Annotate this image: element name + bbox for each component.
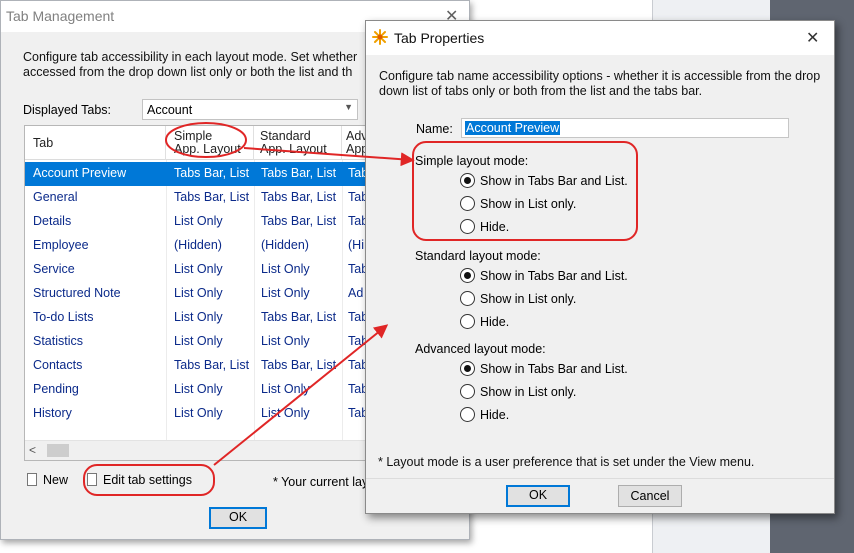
radio-option-label: Hide. xyxy=(480,408,510,422)
cell-simple: List Only xyxy=(174,262,223,276)
cell-simple: List Only xyxy=(174,214,223,228)
tab-properties-ok-button[interactable]: OK xyxy=(506,485,570,507)
cell-simple: Tabs Bar, List xyxy=(174,166,250,180)
annotation-circle-edit xyxy=(83,464,215,496)
tab-properties-title: Tab Properties xyxy=(394,30,485,46)
cell-tab-name: General xyxy=(33,190,78,204)
cell-standard: List Only xyxy=(261,262,310,276)
cell-simple: List Only xyxy=(174,334,223,348)
radio-option-label: Show in Tabs Bar and List. xyxy=(480,269,628,283)
horizontal-scrollbar[interactable]: < xyxy=(25,440,368,460)
cell-tab-name: Structured Note xyxy=(33,286,121,300)
table-row[interactable]: Contacts Tabs Bar, List Tabs Bar, List Tab xyxy=(25,354,368,378)
radio-button-icon[interactable] xyxy=(460,384,475,399)
tab-properties-titlebar: Tab Properties ✕ xyxy=(366,21,834,55)
radio-button-icon[interactable] xyxy=(460,268,475,283)
table-row[interactable]: Details List Only Tabs Bar, List Tab xyxy=(25,210,368,234)
cell-tab-name: Pending xyxy=(33,382,79,396)
cell-simple: List Only xyxy=(174,286,223,300)
footer-divider xyxy=(366,478,834,479)
cell-simple: List Only xyxy=(174,310,223,324)
displayed-tabs-select[interactable]: Account ▼ xyxy=(142,99,358,120)
tab-properties-description: Configure tab name accessibility options… xyxy=(379,69,821,98)
annotation-circle-simple-mode xyxy=(412,141,638,241)
column-header-standard[interactable]: Standard App. Layout xyxy=(254,126,342,160)
table-row[interactable]: Account Preview Tabs Bar, List Tabs Bar, L… xyxy=(25,162,368,186)
table-row[interactable]: History List Only List Only Tab xyxy=(25,402,368,426)
table-row[interactable]: Service List Only List Only Tab xyxy=(25,258,368,282)
description-line-1: Configure tab accessibility in each layo… xyxy=(23,50,358,64)
radio-option-label: Show in List only. xyxy=(480,385,577,399)
new-document-icon xyxy=(27,473,37,486)
displayed-tabs-label: Displayed Tabs: xyxy=(23,103,112,117)
cell-simple: (Hidden) xyxy=(174,238,222,252)
cell-simple: Tabs Bar, List xyxy=(174,190,250,204)
cell-tab-name: To-do Lists xyxy=(33,310,94,324)
radio-option-label: Show in Tabs Bar and List. xyxy=(480,362,628,376)
cell-standard: Tabs Bar, List xyxy=(261,310,337,324)
column-header-simple-line2: App. Layout xyxy=(174,142,241,156)
cell-tab-name: Details xyxy=(33,214,72,228)
name-label: Name: xyxy=(416,122,453,136)
radio-button-icon[interactable] xyxy=(460,361,475,376)
cell-standard: List Only xyxy=(261,334,310,348)
cell-simple: List Only xyxy=(174,382,223,396)
table-row[interactable]: Statistics List Only List Only Tab xyxy=(25,330,368,354)
cell-tab-name: Statistics xyxy=(33,334,84,348)
cell-simple: List Only xyxy=(174,406,223,420)
column-header-simple[interactable]: Simple App. Layout xyxy=(166,126,254,160)
chevron-down-icon: ▼ xyxy=(344,102,353,112)
cell-tab-name: Service xyxy=(33,262,75,276)
tab-properties-dialog: Tab Properties ✕ Configure tab name acce… xyxy=(365,20,835,514)
displayed-tabs-value: Account xyxy=(147,103,193,117)
cell-standard: (Hidden) xyxy=(261,238,309,252)
cell-standard: List Only xyxy=(261,406,310,420)
cell-standard: Tabs Bar, List xyxy=(261,358,337,372)
table-row[interactable]: To-do Lists List Only Tabs Bar, List Tab xyxy=(25,306,368,330)
radio-button-icon[interactable] xyxy=(460,291,475,306)
table-row[interactable]: Structured Note List Only List Only Ad xyxy=(25,282,368,306)
table-row[interactable]: General Tabs Bar, List Tabs Bar, List Tab xyxy=(25,186,368,210)
name-input-value: Account Preview xyxy=(465,121,561,135)
radio-button-icon[interactable] xyxy=(460,314,475,329)
name-input[interactable]: Account Preview xyxy=(461,118,789,138)
column-header-tab-label: Tab xyxy=(33,136,54,150)
cell-standard: Tabs Bar, List xyxy=(261,190,337,204)
star-icon xyxy=(372,29,388,45)
tab-management-ok-button[interactable]: OK xyxy=(209,507,267,529)
scroll-thumb[interactable] xyxy=(47,444,69,457)
column-header-tab[interactable]: Tab xyxy=(25,126,166,160)
cell-tab-name: Account Preview xyxy=(33,166,127,180)
tabs-grid: Tab Simple App. Layout Standard App. Lay… xyxy=(24,125,369,461)
cell-standard: List Only xyxy=(261,286,310,300)
cell-tab-name: Contacts xyxy=(33,358,83,372)
tab-management-description: Configure tab accessibility in each layo… xyxy=(23,50,363,80)
column-header-standard-line2: App. Layout xyxy=(260,142,327,156)
standard-layout-mode-label: Standard layout mode: xyxy=(415,249,541,263)
cell-standard: Tabs Bar, List xyxy=(261,214,337,228)
advanced-layout-mode-label: Advanced layout mode: xyxy=(415,342,546,356)
grid-header: Tab Simple App. Layout Standard App. Lay… xyxy=(25,126,368,160)
table-row[interactable]: Employee (Hidden) (Hidden) (Hi xyxy=(25,234,368,258)
table-row[interactable]: Pending List Only List Only Tab xyxy=(25,378,368,402)
scroll-left-icon[interactable]: < xyxy=(29,443,36,457)
radio-option-label: Hide. xyxy=(480,315,510,329)
description-line-2: accessed from the drop down list only or… xyxy=(23,65,353,79)
radio-option-label: Show in List only. xyxy=(480,292,577,306)
tab-management-title: Tab Management xyxy=(6,8,115,24)
current-layout-note: * Your current lay xyxy=(273,475,369,489)
tab-properties-cancel-button[interactable]: Cancel xyxy=(618,485,682,507)
radio-button-icon[interactable] xyxy=(460,407,475,422)
layout-mode-footnote: * Layout mode is a user preference that … xyxy=(378,455,755,469)
cell-standard: Tabs Bar, List xyxy=(261,166,337,180)
cell-simple: Tabs Bar, List xyxy=(174,358,250,372)
cell-tab-name: Employee xyxy=(33,238,89,252)
new-button[interactable]: New xyxy=(27,473,68,487)
cell-standard: List Only xyxy=(261,382,310,396)
cell-tab-name: History xyxy=(33,406,72,420)
new-button-label: New xyxy=(43,473,69,487)
close-icon[interactable]: ✕ xyxy=(806,28,819,48)
